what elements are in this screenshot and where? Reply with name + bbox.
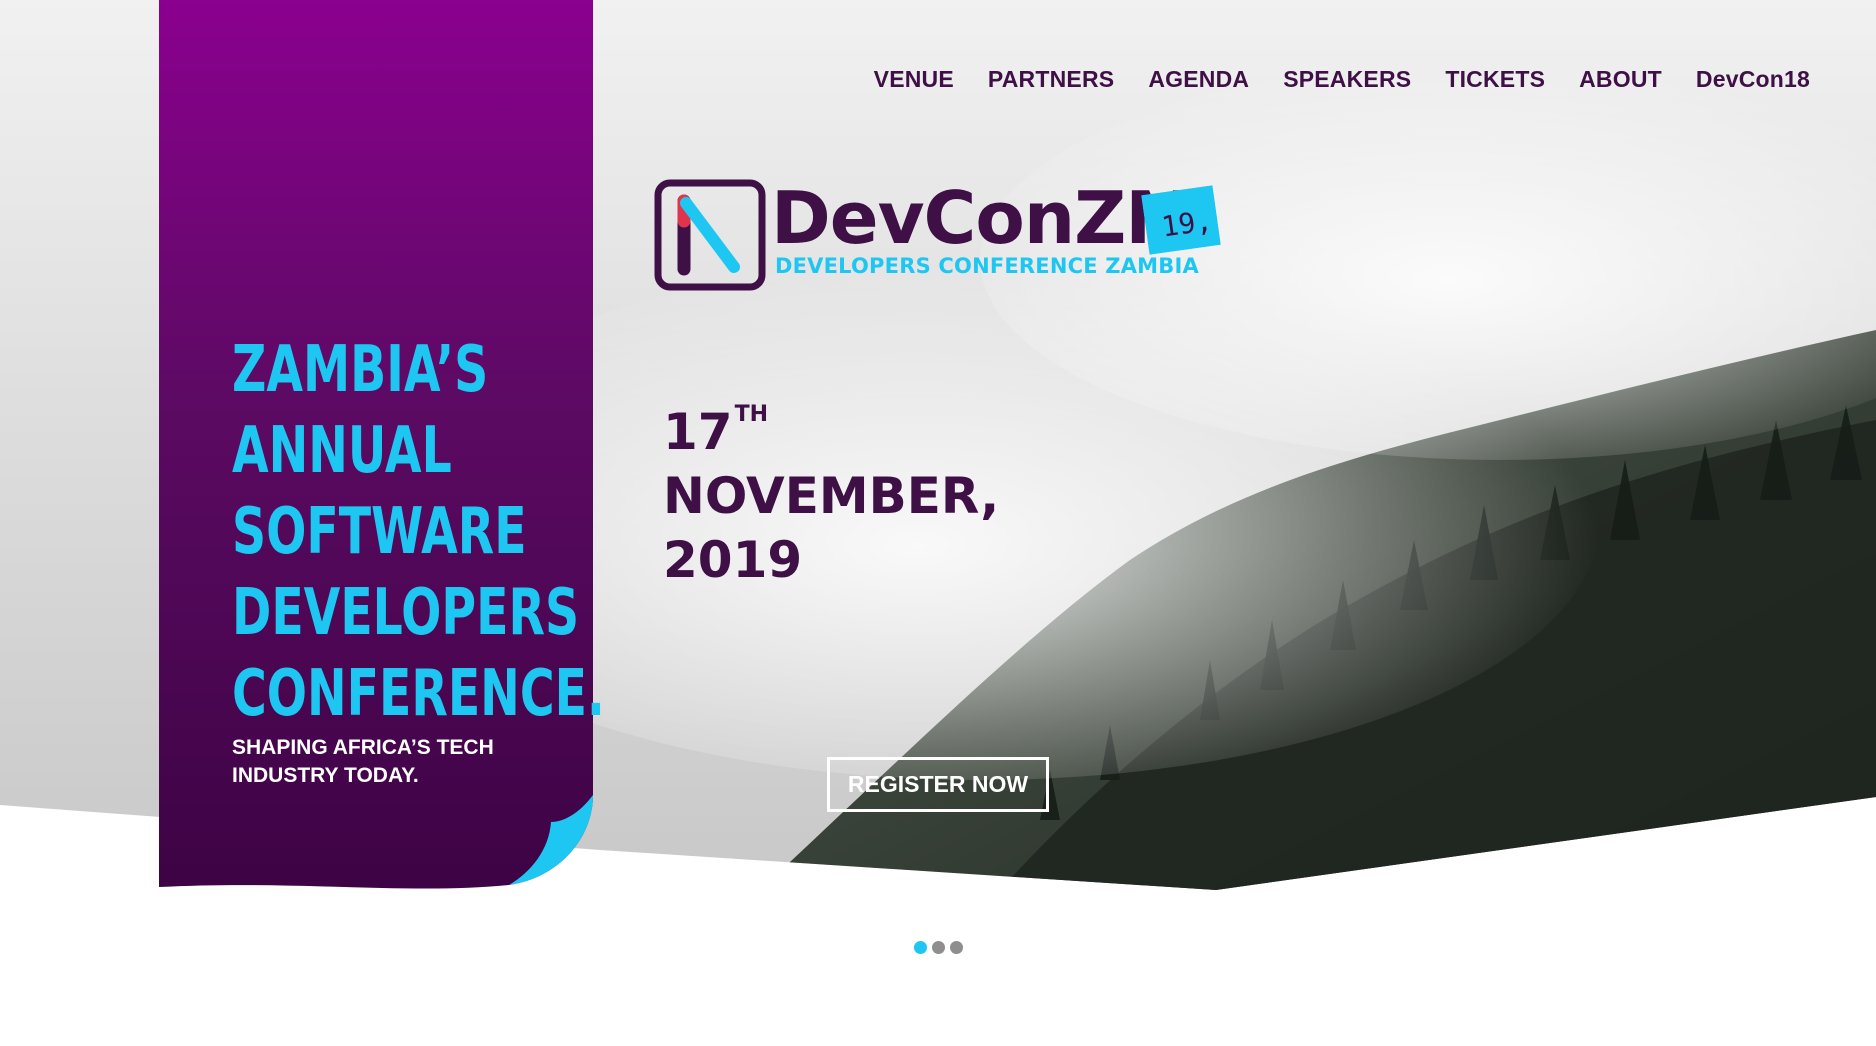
register-now-button[interactable]: REGISTER NOW bbox=[827, 757, 1049, 812]
event-date: 17TH NOVEMBER, 2019 bbox=[663, 400, 999, 592]
carousel-dot-3[interactable] bbox=[950, 941, 963, 954]
event-year: 2019 bbox=[663, 531, 803, 589]
tagline-line-5: CONFERENCE. bbox=[232, 657, 605, 731]
carousel-dot-1[interactable] bbox=[914, 941, 927, 954]
event-month: NOVEMBER, bbox=[663, 467, 1000, 525]
nav-venue[interactable]: VENUE bbox=[874, 66, 954, 93]
tagline-line-3: SOFTWARE bbox=[232, 495, 527, 569]
main-nav: VENUE PARTNERS AGENDA SPEAKERS TICKETS A… bbox=[874, 66, 1810, 93]
event-day-suffix: TH bbox=[734, 402, 769, 427]
purple-banner: ZAMBIA’S ANNUAL SOFTWARE DEVELOPERS CONF… bbox=[159, 0, 605, 890]
tagline-line-1: ZAMBIA’S bbox=[232, 333, 489, 407]
nav-partners[interactable]: PARTNERS bbox=[988, 66, 1114, 93]
logo-year-text: 19, bbox=[1159, 203, 1215, 244]
nav-agenda[interactable]: AGENDA bbox=[1148, 66, 1249, 93]
event-day: 17 bbox=[663, 403, 733, 461]
nav-devcon18[interactable]: DevCon18 bbox=[1696, 66, 1810, 93]
nav-speakers[interactable]: SPEAKERS bbox=[1283, 66, 1411, 93]
banner-tagline: ZAMBIA’S ANNUAL SOFTWARE DEVELOPERS CONF… bbox=[232, 330, 605, 735]
nav-about[interactable]: ABOUT bbox=[1579, 66, 1662, 93]
banner-subtagline: SHAPING AFRICA’S TECH INDUSTRY TODAY. bbox=[232, 736, 494, 787]
devconzm-logo[interactable]: DevConZM DEVELOPERS CONFERENCE ZAMBIA 19… bbox=[651, 176, 1241, 291]
nav-tickets[interactable]: TICKETS bbox=[1445, 66, 1545, 93]
carousel-dot-2[interactable] bbox=[932, 941, 945, 954]
carousel-dots bbox=[914, 941, 963, 954]
event-day-line: 17TH bbox=[663, 400, 999, 464]
tagline-line-2: ANNUAL bbox=[232, 414, 452, 488]
tagline-line-4: DEVELOPERS bbox=[232, 576, 580, 650]
logo-subtitle: DEVELOPERS CONFERENCE ZAMBIA bbox=[775, 254, 1199, 278]
logo-year-tag: 19, bbox=[1141, 185, 1221, 255]
logo-name: DevConZM bbox=[771, 176, 1197, 260]
logo-mark-icon bbox=[654, 179, 766, 291]
